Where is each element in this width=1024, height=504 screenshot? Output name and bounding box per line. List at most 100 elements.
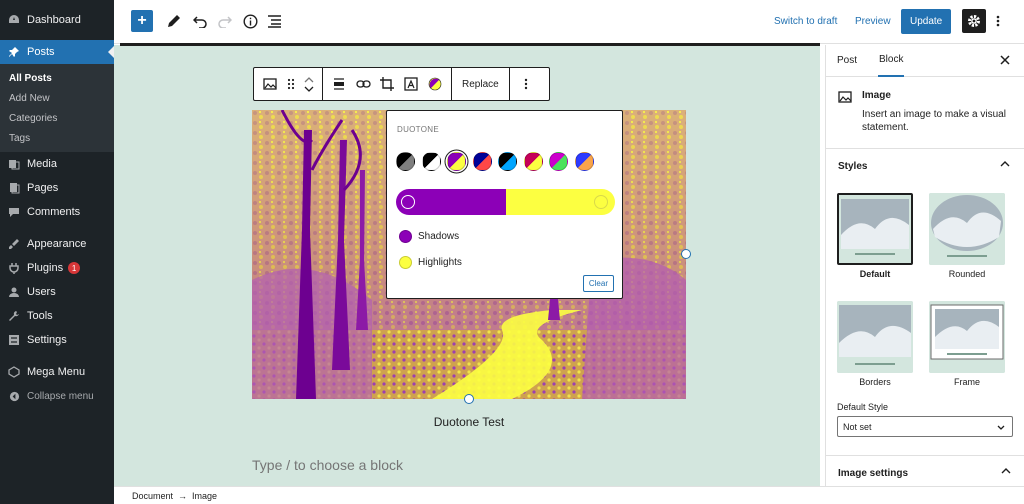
crop-icon	[380, 77, 394, 91]
duotone-preset-swatch[interactable]	[447, 152, 466, 171]
block-toolbar: Replace	[253, 67, 550, 101]
settings-toggle-button[interactable]	[962, 9, 986, 33]
admin-item-label: Pages	[27, 182, 59, 194]
style-option-frame[interactable]: Frame	[928, 301, 1006, 387]
text-over-image-icon	[404, 77, 418, 91]
duotone-preset-swatch[interactable]	[396, 152, 415, 171]
default-style-select[interactable]: Not set	[837, 416, 1013, 437]
image-settings-title: Image settings	[838, 467, 909, 479]
comments-icon	[7, 205, 21, 219]
admin-item-settings[interactable]: Settings	[0, 328, 114, 352]
more-options-button[interactable]	[991, 9, 1005, 33]
admin-item-posts[interactable]: Posts	[0, 40, 114, 64]
admin-item-mega-menu[interactable]: Mega Menu	[0, 360, 114, 384]
duotone-swatch-icon	[428, 77, 442, 91]
default-block-appender[interactable]: Type / to choose a block	[252, 457, 403, 473]
details-button[interactable]	[240, 9, 260, 33]
text-overlay-button[interactable]	[399, 72, 423, 96]
styles-panel-toggle[interactable]: Styles	[826, 149, 1024, 183]
admin-item-tools[interactable]: Tools	[0, 304, 114, 328]
admin-item-label: Comments	[27, 206, 81, 218]
style-option-borders[interactable]: Borders	[836, 301, 914, 387]
style-preview-borders	[837, 301, 913, 373]
format-tools-group	[323, 68, 452, 100]
insert-link-button[interactable]	[351, 72, 375, 96]
breadcrumb-document[interactable]: Document	[132, 491, 173, 501]
update-button[interactable]: Update	[901, 9, 952, 34]
move-block-buttons[interactable]	[300, 72, 318, 96]
drag-handle[interactable]	[282, 72, 300, 96]
tools-button[interactable]	[164, 9, 184, 33]
duotone-title: DUOTONE	[397, 125, 439, 134]
style-preview-frame	[929, 301, 1005, 373]
admin-item-media[interactable]: Media	[0, 152, 114, 176]
image-settings-toggle[interactable]: Image settings	[826, 456, 1024, 490]
undo-button[interactable]	[190, 9, 210, 33]
admin-item-users[interactable]: Users	[0, 280, 114, 304]
admin-item-pages[interactable]: Pages	[0, 176, 114, 200]
duotone-popover: DUOTONE Shadows Highlights Clear	[386, 110, 623, 299]
duotone-preset-swatch[interactable]	[498, 152, 517, 171]
chevron-down-icon	[304, 86, 314, 92]
shadows-color-option[interactable]: Shadows	[399, 230, 459, 243]
settings-icon	[7, 333, 21, 347]
collapse-icon	[7, 389, 21, 403]
admin-item-plugins[interactable]: Plugins 1	[0, 256, 114, 280]
replace-button[interactable]: Replace	[456, 79, 505, 90]
shadows-label: Shadows	[418, 231, 460, 242]
duotone-preset-swatch[interactable]	[574, 152, 594, 171]
close-sidebar-button[interactable]	[1000, 54, 1010, 68]
image-resize-handle-bottom[interactable]	[464, 394, 474, 404]
highlights-color-option[interactable]: Highlights	[399, 256, 462, 269]
preview-button[interactable]: Preview	[855, 9, 891, 33]
admin-item-label: Tools	[27, 310, 53, 322]
tab-block[interactable]: Block	[878, 45, 905, 77]
redo-button[interactable]	[215, 9, 235, 33]
plugins-icon	[7, 261, 21, 275]
posts-submenu: All Posts Add New Categories Tags	[0, 64, 114, 152]
tools-icon	[7, 309, 21, 323]
align-center-icon	[334, 78, 344, 90]
plugins-update-badge: 1	[68, 262, 81, 274]
duotone-button[interactable]	[423, 72, 447, 96]
chevron-down-icon	[997, 425, 1005, 430]
align-button[interactable]	[327, 72, 351, 96]
submenu-add-new[interactable]: Add New	[0, 88, 114, 108]
submenu-categories[interactable]: Categories	[0, 108, 114, 128]
submenu-tags[interactable]: Tags	[0, 128, 114, 148]
duotone-preset-swatch[interactable]	[549, 152, 568, 171]
admin-item-appearance[interactable]: Appearance	[0, 232, 114, 256]
clear-duotone-button[interactable]: Clear	[582, 275, 614, 292]
block-options-button[interactable]	[514, 72, 538, 96]
users-icon	[7, 285, 21, 299]
block-switcher-group	[254, 68, 323, 100]
duotone-preset-swatch[interactable]	[472, 152, 492, 171]
block-options-group	[510, 68, 542, 100]
list-view-button[interactable]	[264, 9, 284, 33]
shadow-color-stop[interactable]	[401, 195, 415, 209]
image-caption[interactable]: Duotone Test	[252, 415, 686, 429]
switch-to-draft-button[interactable]: Switch to draft	[774, 9, 837, 33]
style-label-default: Default	[859, 269, 891, 279]
highlights-label: Highlights	[418, 257, 462, 268]
highlight-color-stop[interactable]	[594, 195, 608, 209]
shadow-color-dot	[399, 230, 412, 243]
block-type-button[interactable]	[258, 72, 282, 96]
collapse-menu-button[interactable]: Collapse menu	[0, 384, 114, 408]
admin-item-comments[interactable]: Comments	[0, 200, 114, 224]
crop-button[interactable]	[375, 72, 399, 96]
info-icon	[242, 13, 258, 29]
redo-icon	[218, 16, 232, 28]
breadcrumb-image[interactable]: Image	[192, 491, 217, 501]
duotone-preset-swatch[interactable]	[523, 152, 543, 171]
duotone-preset-swatch[interactable]	[421, 152, 441, 171]
block-inserter-button[interactable]: +	[131, 10, 153, 32]
submenu-all-posts[interactable]: All Posts	[0, 68, 114, 88]
duotone-gradient-bar[interactable]	[396, 189, 615, 215]
style-option-rounded[interactable]: Rounded	[928, 193, 1006, 279]
admin-item-dashboard[interactable]: Dashboard	[0, 8, 114, 32]
tab-post[interactable]: Post	[836, 45, 858, 77]
dashboard-icon	[7, 13, 21, 27]
image-resize-handle-right[interactable]	[681, 249, 691, 259]
style-option-default[interactable]: Default	[836, 193, 914, 279]
